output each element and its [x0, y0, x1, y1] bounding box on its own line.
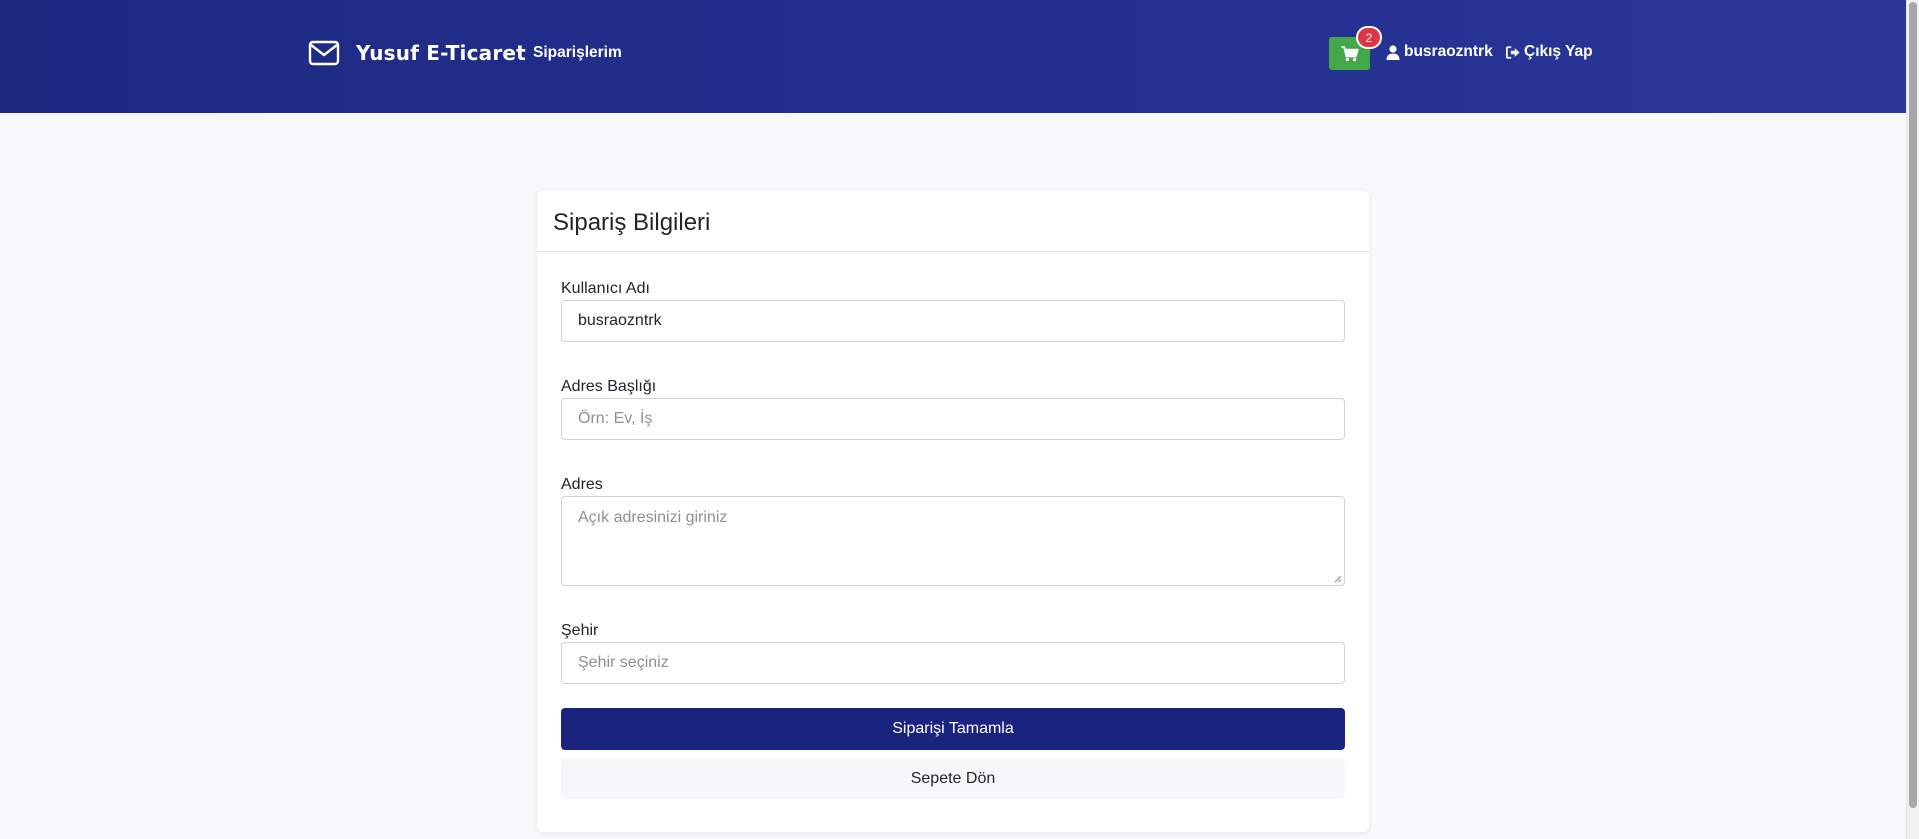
resize-grip-icon[interactable]	[1334, 575, 1342, 583]
username-label: busraozntrk	[1404, 43, 1493, 60]
card-header: Sipariş Bilgileri	[537, 191, 1369, 252]
page-scrollbar[interactable]	[1906, 0, 1919, 839]
envelope-icon	[308, 40, 340, 66]
navbar: Yusuf E-Ticaret Siparişlerim 2 busraoznt…	[0, 0, 1906, 113]
city-select[interactable]: Şehir seçiniz	[561, 642, 1345, 684]
username-field-label: Kullanıcı Adı	[561, 280, 650, 297]
complete-order-button[interactable]: Siparişi Tamamla	[561, 708, 1345, 750]
scrollbar-thumb[interactable]	[1909, 2, 1917, 808]
card-title: Sipariş Bilgileri	[553, 209, 711, 236]
back-to-cart-button[interactable]: Sepete Dön	[561, 759, 1345, 799]
city-label: Şehir	[561, 622, 599, 639]
logout-link[interactable]: Çıkış Yap	[1506, 43, 1593, 61]
user-profile-link[interactable]: busraozntrk	[1386, 43, 1493, 61]
logout-label: Çıkış Yap	[1524, 43, 1593, 60]
order-info-card: Sipariş Bilgileri Kullanıcı Adı busraozn…	[537, 191, 1369, 832]
username-field[interactable]: busraozntrk	[561, 300, 1345, 342]
sign-out-icon	[1506, 45, 1520, 59]
cart-count-badge: 2	[1356, 26, 1382, 49]
address-title-field[interactable]: Örn: Ev, İş	[561, 398, 1345, 440]
address-textarea[interactable]: Açık adresinizi giriniz	[561, 496, 1345, 586]
address-placeholder: Açık adresinizi giriniz	[578, 509, 728, 526]
user-icon	[1386, 44, 1400, 60]
shopping-cart-icon	[1341, 45, 1359, 61]
orders-link[interactable]: Siparişlerim	[533, 44, 622, 62]
address-label: Adres	[561, 476, 603, 493]
brand-link[interactable]: Yusuf E-Ticaret	[308, 38, 526, 68]
brand-name: Yusuf E-Ticaret	[356, 41, 526, 65]
address-title-label: Adres Başlığı	[561, 378, 657, 395]
